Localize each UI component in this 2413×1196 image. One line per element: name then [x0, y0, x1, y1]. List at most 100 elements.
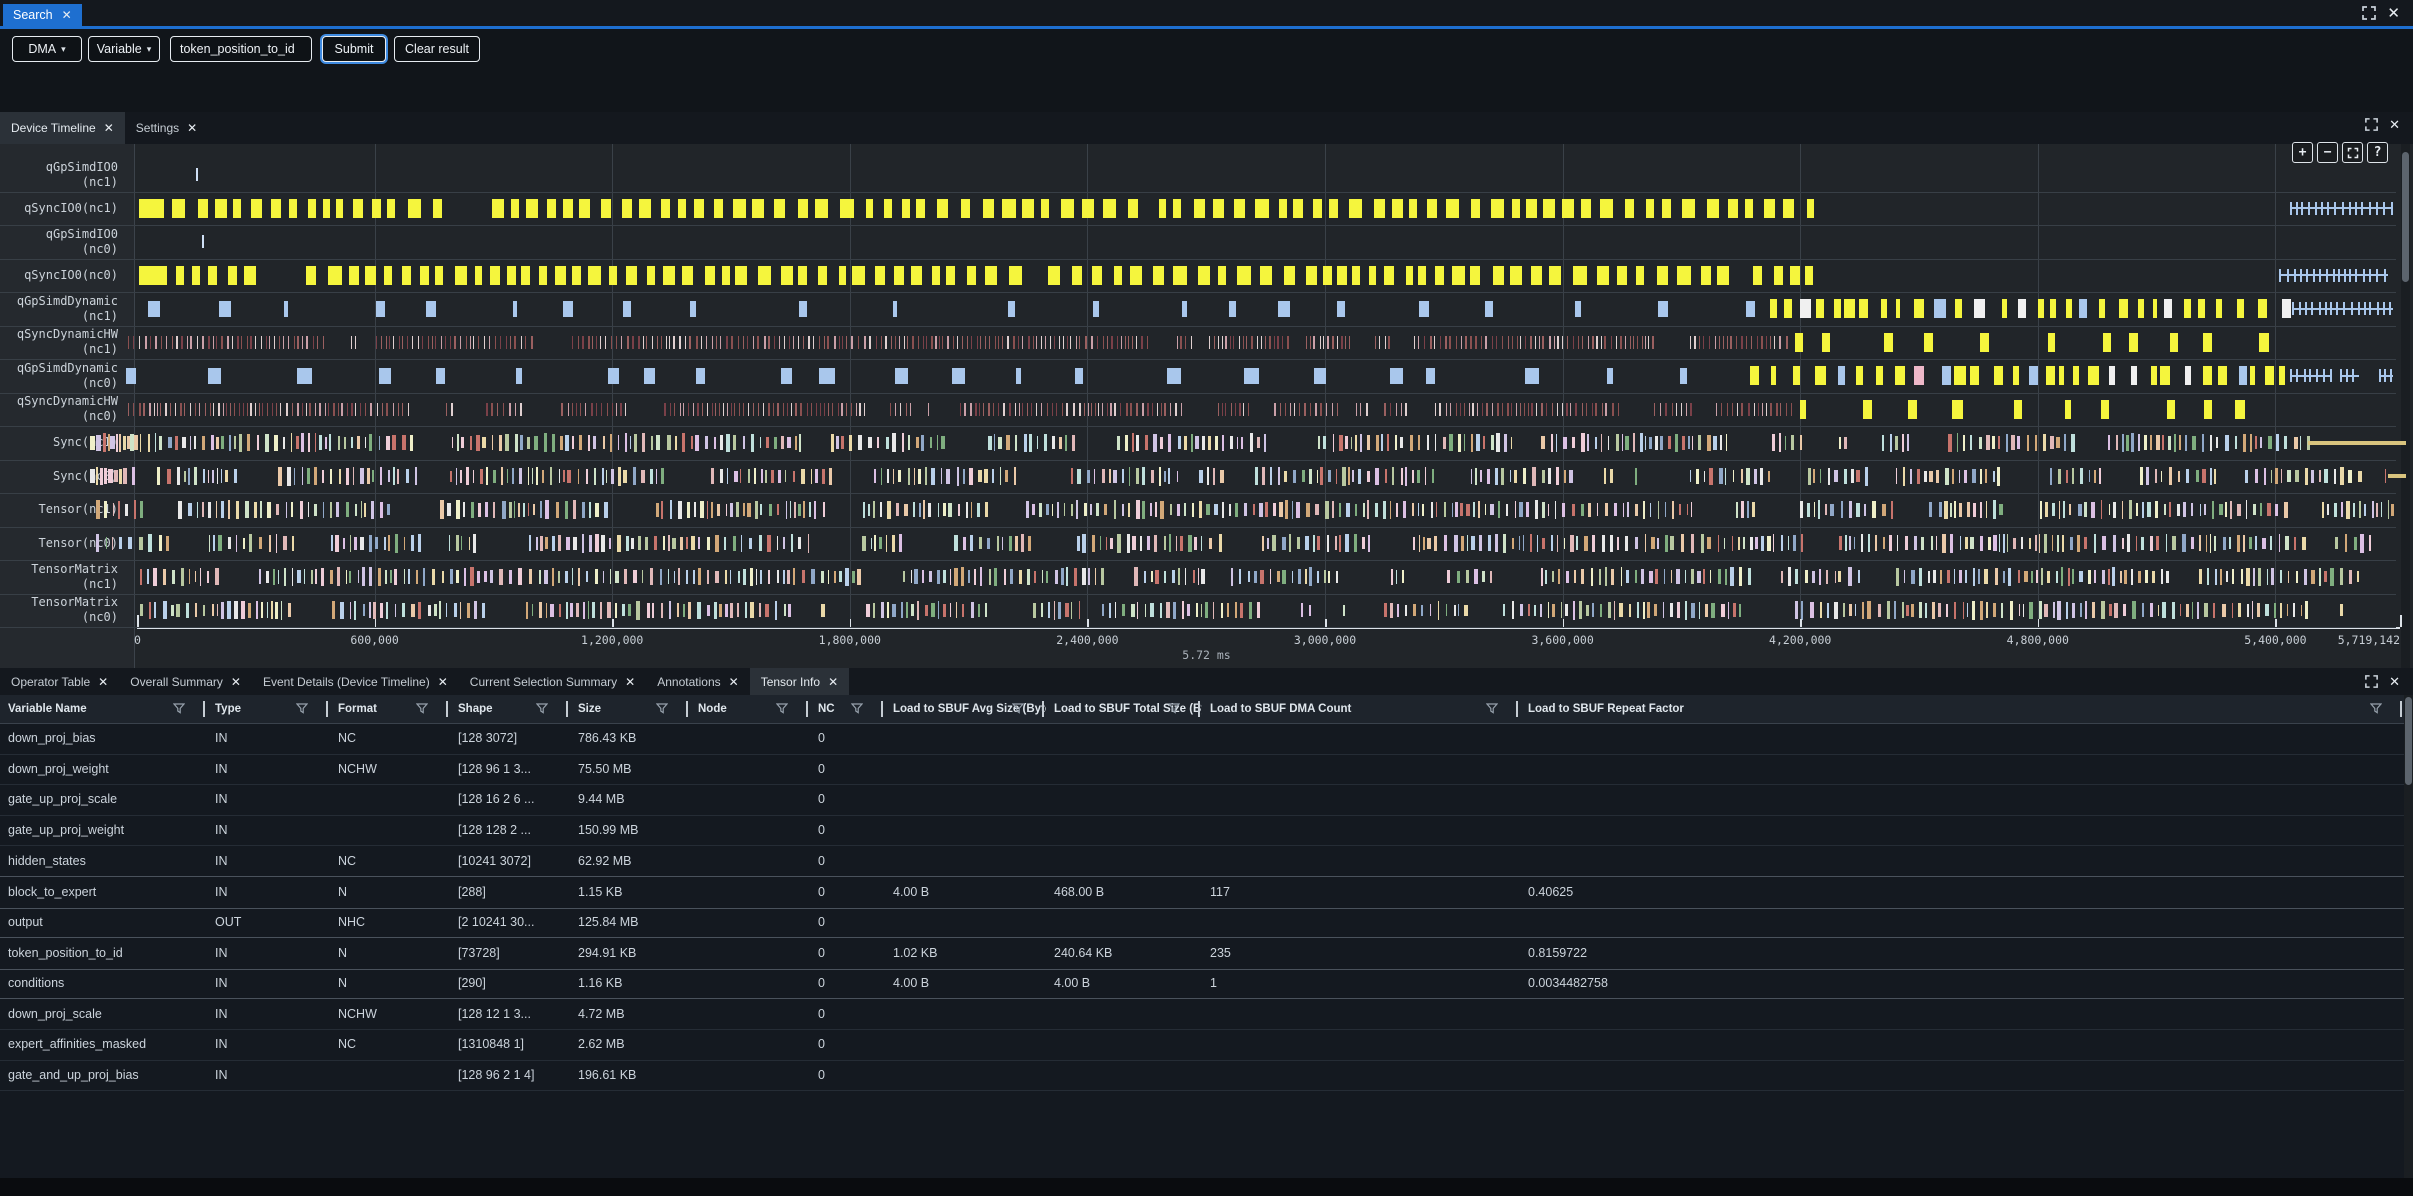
- close-icon[interactable]: ✕: [828, 676, 838, 688]
- filter-icon[interactable]: [656, 703, 668, 714]
- column-header-load-to-sbuf-total-size-bytes-[interactable]: Load to SBUF Total Size (Bytes): [1046, 695, 1202, 723]
- timeline-row-qGpSimdIO0(nc1)[interactable]: qGpSimdIO0 (nc1): [0, 158, 2396, 193]
- table-row-gate_up_proj_scale[interactable]: gate_up_proj_scaleIN[128 16 2 6 ...9.44 …: [0, 784, 2404, 816]
- tab-device-timeline[interactable]: Device Timeline✕: [0, 112, 125, 144]
- column-header-type[interactable]: Type: [207, 695, 330, 723]
- table-scrollbar-thumb[interactable]: [2405, 697, 2412, 785]
- close-icon[interactable]: ✕: [625, 676, 635, 688]
- filter-icon[interactable]: [776, 703, 788, 714]
- close-icon[interactable]: ✕: [2387, 6, 2400, 21]
- tab-current-selection-summary[interactable]: Current Selection Summary✕: [459, 668, 646, 695]
- event-bar: [2169, 467, 2172, 486]
- filter-icon[interactable]: [536, 703, 548, 714]
- table-row-hidden_states[interactable]: hidden_statesINNC[10241 3072]62.92 MB0: [0, 845, 2404, 877]
- timeline-row-Tensor(nc1)[interactable]: Tensor(nc1): [0, 493, 2396, 528]
- clear-result-button[interactable]: Clear result: [394, 36, 480, 62]
- column-resize-handle[interactable]: [1198, 701, 1200, 717]
- event-bar: [756, 569, 757, 585]
- column-resize-handle[interactable]: [1516, 701, 1518, 717]
- table-row-gate_and_up_proj_bias[interactable]: gate_and_up_proj_biasIN[128 96 2 1 4]196…: [0, 1060, 2404, 1092]
- column-header-node[interactable]: Node: [690, 695, 810, 723]
- dma-dropdown[interactable]: DMA ▾: [12, 36, 82, 62]
- timeline-row-qSyncIO0(nc0)[interactable]: qSyncIO0(nc0): [0, 259, 2396, 294]
- column-resize-handle[interactable]: [203, 701, 205, 717]
- device-timeline-chart[interactable]: 5.72 ms +−? qGpSimdIO0 (nc1)qSyncIO0(nc1…: [0, 144, 2413, 668]
- table-row-token_position_to_id[interactable]: token_position_to_idINN[73728]294.91 KB0…: [0, 937, 2404, 970]
- table-row-conditions[interactable]: conditionsINN[290]1.16 KB04.00 B4.00 B10…: [0, 968, 2404, 1000]
- table-row-down_proj_bias[interactable]: down_proj_biasINNC[128 3072]786.43 KB0: [0, 723, 2404, 755]
- tab-overall-summary[interactable]: Overall Summary✕: [119, 668, 252, 695]
- filter-icon[interactable]: [1168, 703, 1180, 714]
- filter-icon[interactable]: [173, 703, 185, 714]
- filter-icon[interactable]: [416, 703, 428, 714]
- column-header-load-to-sbuf-repeat-factor[interactable]: Load to SBUF Repeat Factor: [1520, 695, 2404, 723]
- column-header-load-to-sbuf-dma-count[interactable]: Load to SBUF DMA Count: [1202, 695, 1520, 723]
- filter-icon[interactable]: [851, 703, 863, 714]
- timeline-row-qSyncDynamicHW(nc1)[interactable]: qSyncDynamicHW (nc1): [0, 326, 2396, 361]
- timeline-row-qGpSimdDynamic(nc1)[interactable]: qGpSimdDynamic (nc1): [0, 292, 2396, 327]
- column-resize-handle[interactable]: [566, 701, 568, 717]
- tab-event-details-device-timeline-[interactable]: Event Details (Device Timeline)✕: [252, 668, 459, 695]
- column-header-size[interactable]: Size: [570, 695, 690, 723]
- filter-icon[interactable]: [1486, 703, 1498, 714]
- expand-icon[interactable]: [2364, 674, 2379, 689]
- filter-icon[interactable]: [296, 703, 308, 714]
- filter-icon[interactable]: [2370, 703, 2382, 714]
- filter-icon[interactable]: [1012, 703, 1024, 714]
- column-header-format[interactable]: Format: [330, 695, 450, 723]
- table-scrollbar[interactable]: [2404, 695, 2413, 1178]
- column-resize-handle[interactable]: [806, 701, 808, 717]
- event-bar: [1360, 403, 1361, 416]
- tab-settings[interactable]: Settings✕: [125, 112, 208, 144]
- table-row-expert_affinities_masked[interactable]: expert_affinities_maskedINNC[1310848 1]2…: [0, 1029, 2404, 1061]
- column-resize-handle[interactable]: [446, 701, 448, 717]
- timeline-row-TensorMatrix(nc0)[interactable]: TensorMatrix (nc0): [0, 594, 2396, 629]
- column-resize-handle[interactable]: [2400, 701, 2402, 717]
- timeline-row-qSyncDynamicHW(nc0)[interactable]: qSyncDynamicHW (nc0): [0, 393, 2396, 428]
- timeline-row-qGpSimdDynamic(nc0)[interactable]: qGpSimdDynamic (nc0): [0, 359, 2396, 394]
- timeline-row-Tensor(nc0)[interactable]: Tensor(nc0): [0, 527, 2396, 562]
- close-icon[interactable]: ✕: [98, 676, 108, 688]
- close-icon[interactable]: ✕: [2389, 675, 2400, 688]
- column-resize-handle[interactable]: [686, 701, 688, 717]
- column-header-shape[interactable]: Shape: [450, 695, 570, 723]
- close-icon[interactable]: ✕: [62, 9, 72, 21]
- submit-button[interactable]: Submit: [322, 36, 386, 62]
- table-row-gate_up_proj_weight[interactable]: gate_up_proj_weightIN[128 128 2 ...150.9…: [0, 815, 2404, 847]
- variable-dropdown[interactable]: Variable ▾: [88, 36, 160, 62]
- table-row-block_to_expert[interactable]: block_to_expertINN[288]1.15 KB04.00 B468…: [0, 876, 2404, 909]
- tab-operator-table[interactable]: Operator Table✕: [0, 668, 119, 695]
- tab-search[interactable]: Search ✕: [3, 4, 82, 26]
- timeline-row-qGpSimdIO0(nc0)[interactable]: qGpSimdIO0 (nc0): [0, 225, 2396, 260]
- timeline-row-Sync(nc0)[interactable]: Sync(nc0): [0, 460, 2396, 495]
- timeline-scrollbar-thumb[interactable]: [2402, 152, 2409, 282]
- event-bar: [758, 403, 759, 416]
- column-header-variable-name[interactable]: Variable Name: [0, 695, 207, 723]
- column-resize-handle[interactable]: [881, 701, 883, 717]
- search-input[interactable]: [170, 36, 312, 62]
- close-icon[interactable]: ✕: [104, 122, 114, 134]
- close-icon[interactable]: ✕: [438, 676, 448, 688]
- event-bar: [1324, 570, 1326, 583]
- column-header-load-to-sbuf-avg-size-bytes-[interactable]: Load to SBUF Avg Size (Bytes): [885, 695, 1046, 723]
- close-icon[interactable]: ✕: [187, 122, 197, 134]
- timeline-row-TensorMatrix(nc1)[interactable]: TensorMatrix (nc1): [0, 560, 2396, 595]
- close-icon[interactable]: ✕: [2389, 118, 2400, 131]
- timeline-row-Sync(nc1)[interactable]: Sync(nc1): [0, 426, 2396, 461]
- column-resize-handle[interactable]: [326, 701, 328, 717]
- tab-annotations[interactable]: Annotations✕: [646, 668, 749, 695]
- expand-icon[interactable]: [2361, 5, 2377, 21]
- table-row-down_proj_weight[interactable]: down_proj_weightINNCHW[128 96 1 3...75.5…: [0, 754, 2404, 786]
- table-row-output[interactable]: outputOUTNHC[2 10241 30...125.84 MB0: [0, 907, 2404, 939]
- column-resize-handle[interactable]: [1042, 701, 1044, 717]
- timeline-scrollbar[interactable]: [2401, 144, 2410, 668]
- close-icon[interactable]: ✕: [231, 676, 241, 688]
- event-bar: [1739, 567, 1742, 586]
- table-row-down_proj_scale[interactable]: down_proj_scaleINNCHW[128 12 1 3...4.72 …: [0, 998, 2404, 1030]
- event-bar: [2170, 333, 2178, 352]
- timeline-row-qSyncIO0(nc1)[interactable]: qSyncIO0(nc1): [0, 192, 2396, 227]
- close-icon[interactable]: ✕: [729, 676, 739, 688]
- expand-icon[interactable]: [2364, 117, 2379, 132]
- tab-tensor-info[interactable]: Tensor Info✕: [750, 668, 849, 695]
- column-header-nc[interactable]: NC: [810, 695, 885, 723]
